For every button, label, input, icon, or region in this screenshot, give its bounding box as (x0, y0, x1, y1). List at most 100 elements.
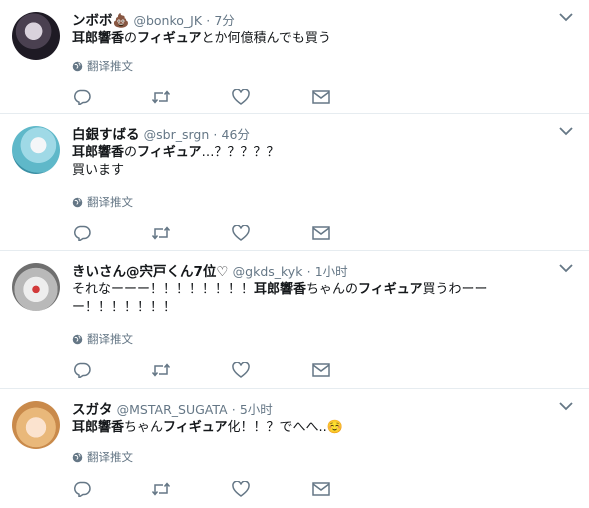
chevron-down-icon[interactable] (559, 12, 573, 22)
user-handle[interactable]: @sbr_srgn (144, 127, 210, 142)
reply-icon (73, 225, 91, 241)
user-handle[interactable]: @gkds_kyk (233, 264, 303, 279)
globe-icon (72, 61, 83, 71)
highlighted-term: 耳郎響香 (72, 145, 125, 160)
retweet-icon (151, 226, 171, 240)
chevron-down-icon[interactable] (559, 263, 573, 273)
reply-button[interactable] (72, 88, 92, 106)
text-segment: ー！！！！！！！ (72, 300, 177, 315)
heart-icon (232, 225, 250, 241)
highlighted-term: 耳郎響香 (72, 420, 125, 435)
text-segment: 買うわーー (422, 282, 488, 297)
text-segment: の (124, 31, 138, 46)
retweet-button[interactable] (151, 361, 171, 379)
tweet-header: ンボボ💩 @bonko_JK · 7分 (72, 9, 235, 29)
timestamp[interactable]: 7分 (214, 13, 234, 28)
envelope-icon (312, 90, 330, 104)
translate-link[interactable]: 翻译推文 (72, 449, 133, 465)
tweet[interactable]: ンボボ💩 @bonko_JK · 7分 耳郎響香のフィギュアとか何億積んでも買う… (0, 0, 589, 114)
separator-dot: · (213, 127, 218, 142)
timestamp[interactable]: 46分 (222, 127, 250, 142)
chevron-down-icon[interactable] (559, 126, 573, 136)
tweet[interactable]: きいさん@宍戸くん7位♡ @gkds_kyk · 1小时 それなーーー！！！！！… (0, 251, 589, 389)
tweet-text: 耳郎響香ちゃんフィギュア化！！？でへへ..☺️ (72, 419, 343, 437)
reply-button[interactable] (72, 480, 92, 498)
heart-icon (232, 481, 250, 497)
avatar[interactable] (12, 12, 60, 60)
like-button[interactable] (231, 88, 251, 106)
display-name[interactable]: スガタ (72, 402, 113, 418)
translate-label: 翻译推文 (87, 332, 133, 346)
text-segment: ちゃん (124, 420, 164, 435)
envelope-icon (312, 482, 330, 496)
tweet-text-line: ー！！！！！！！ (72, 299, 488, 317)
tweet-text: 耳郎響香のフィギュア…？？？？？ 買います (72, 144, 280, 180)
avatar[interactable] (12, 126, 60, 174)
text-segment: 買います (72, 163, 125, 178)
text-segment: …？？？？？ (201, 145, 280, 160)
reply-button[interactable] (72, 361, 92, 379)
retweet-button[interactable] (151, 480, 171, 498)
highlighted-term: フィギュア (137, 145, 202, 160)
separator-dot: · (231, 402, 236, 417)
direct-message-button[interactable] (311, 224, 331, 242)
reply-button[interactable] (72, 224, 92, 242)
translate-label: 翻译推文 (87, 450, 133, 464)
avatar[interactable] (12, 263, 60, 311)
highlighted-term: フィギュア (358, 282, 423, 297)
direct-message-button[interactable] (311, 88, 331, 106)
separator-dot: · (206, 13, 211, 28)
tweet-text-line: 耳郎響香ちゃんフィギュア化！！？でへへ..☺️ (72, 419, 343, 437)
like-button[interactable] (231, 224, 251, 242)
avatar[interactable] (12, 401, 60, 449)
display-name[interactable]: ンボボ💩 (72, 13, 129, 29)
tweet-actions (72, 88, 362, 106)
direct-message-button[interactable] (311, 480, 331, 498)
reply-icon (73, 481, 91, 497)
direct-message-button[interactable] (311, 361, 331, 379)
retweet-button[interactable] (151, 88, 171, 106)
envelope-icon (312, 226, 330, 240)
globe-icon (72, 197, 83, 207)
retweet-icon (151, 363, 171, 377)
text-segment: それなーーー！！！！！！！！ (72, 282, 255, 297)
display-name[interactable]: きいさん@宍戸くん7位♡ (72, 264, 229, 280)
user-handle[interactable]: @MSTAR_SUGATA (117, 402, 228, 417)
tweet-text: それなーーー！！！！！！！！耳郎響香ちゃんのフィギュア買うわーー ー！！！！！！！ (72, 281, 488, 317)
highlighted-term: フィギュア (163, 420, 228, 435)
translate-link[interactable]: 翻译推文 (72, 331, 133, 347)
display-name[interactable]: 白銀すばる (72, 127, 140, 143)
tweet-text-line: 耳郎響香のフィギュアとか何億積んでも買う (72, 30, 331, 48)
tweet-header: きいさん@宍戸くん7位♡ @gkds_kyk · 1小时 (72, 260, 348, 280)
globe-icon (72, 452, 83, 462)
highlighted-term: フィギュア (137, 31, 202, 46)
timestamp[interactable]: 1小时 (315, 264, 348, 279)
user-handle[interactable]: @bonko_JK (133, 13, 202, 28)
retweet-icon (151, 90, 171, 104)
text-segment: 化！！？でへへ..☺️ (227, 420, 343, 435)
tweet-text-line: それなーーー！！！！！！！！耳郎響香ちゃんのフィギュア買うわーー (72, 281, 488, 299)
tweet-text: 耳郎響香のフィギュアとか何億積んでも買う (72, 30, 331, 48)
text-segment: とか何億積んでも買う (201, 31, 331, 46)
heart-icon (232, 362, 250, 378)
translate-link[interactable]: 翻译推文 (72, 58, 133, 74)
tweet-text-line: 買います (72, 162, 280, 180)
tweet-header: 白銀すばる @sbr_srgn · 46分 (72, 123, 250, 143)
globe-icon (72, 334, 83, 344)
retweet-button[interactable] (151, 224, 171, 242)
envelope-icon (312, 363, 330, 377)
text-segment: ちゃんの (306, 282, 359, 297)
heart-icon (232, 89, 250, 105)
tweet[interactable]: スガタ @MSTAR_SUGATA · 5小时 耳郎響香ちゃんフィギュア化！！？… (0, 389, 589, 508)
reply-icon (73, 362, 91, 378)
timestamp[interactable]: 5小时 (240, 402, 273, 417)
tweet[interactable]: 白銀すばる @sbr_srgn · 46分 耳郎響香のフィギュア…？？？？？ 買い… (0, 114, 589, 251)
translate-label: 翻译推文 (87, 59, 133, 73)
translate-link[interactable]: 翻译推文 (72, 194, 133, 210)
retweet-icon (151, 482, 171, 496)
separator-dot: · (306, 264, 311, 279)
like-button[interactable] (231, 361, 251, 379)
like-button[interactable] (231, 480, 251, 498)
highlighted-term: 耳郎響香 (254, 282, 307, 297)
chevron-down-icon[interactable] (559, 401, 573, 411)
